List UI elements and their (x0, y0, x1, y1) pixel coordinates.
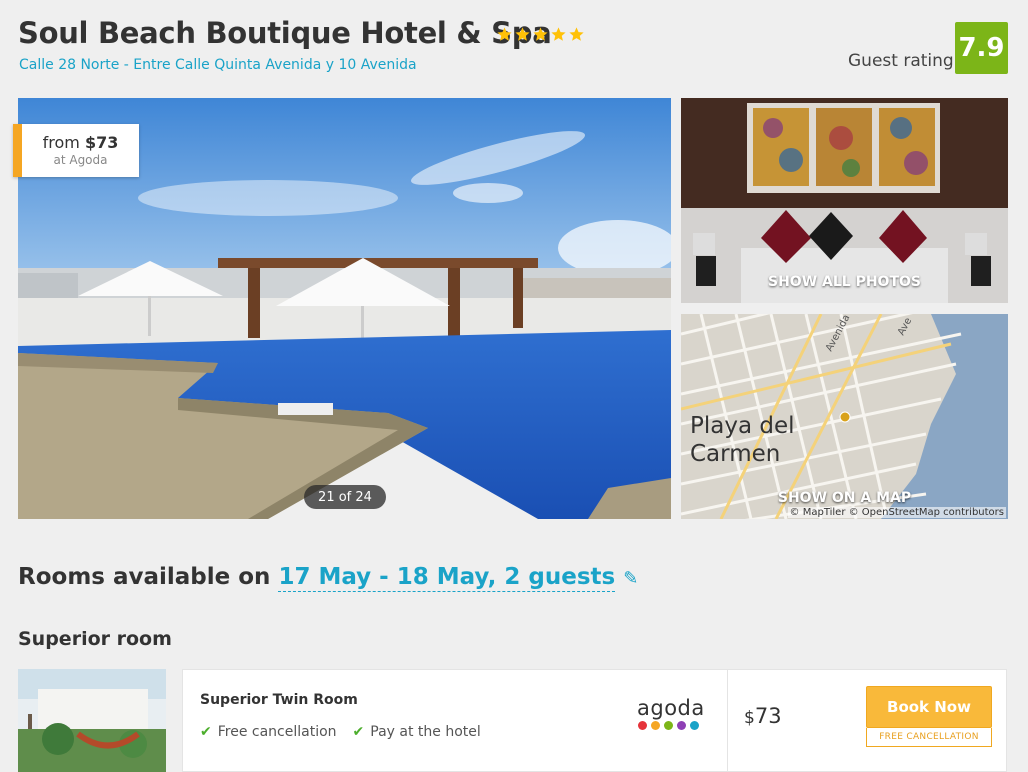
rooms-available-heading: Rooms available on 17 May - 18 May, 2 gu… (18, 564, 638, 592)
photo-counter: 21 of 24 (304, 485, 386, 509)
guest-rating-label: Guest rating (848, 51, 954, 71)
agoda-dot (638, 721, 647, 730)
agoda-logo: agoda (637, 698, 705, 730)
offer-divider (727, 670, 728, 771)
hotel-title: Soul Beach Boutique Hotel & Spa (18, 16, 552, 50)
free-cancellation-note: FREE CANCELLATION (866, 728, 992, 747)
agoda-dot (651, 721, 660, 730)
map-city-label: Playa del Carmen (690, 413, 795, 467)
edit-pencil-icon[interactable]: ✎ (623, 568, 638, 589)
star-icon (533, 27, 548, 41)
offer-features: ✔ Free cancellation ✔ Pay at the hotel (200, 724, 481, 740)
room-thumbnail[interactable] (18, 669, 166, 772)
star-rating (496, 26, 585, 43)
star-icon (551, 27, 566, 41)
dates-guests-link[interactable]: 17 May - 18 May, 2 guests (278, 564, 616, 592)
check-icon: ✔ (200, 724, 212, 740)
offer-room-name[interactable]: Superior Twin Room (200, 692, 358, 708)
star-icon (515, 27, 530, 41)
room-type-title: Superior room (18, 628, 172, 650)
show-all-photos-tile[interactable]: SHOW ALL PHOTOS (681, 98, 1008, 303)
price-source: at Agoda (53, 153, 108, 167)
show-all-photos-label: SHOW ALL PHOTOS (768, 274, 921, 290)
star-icon (497, 27, 512, 41)
rooms-heading-prefix: Rooms available on (18, 564, 271, 590)
price-from-tag[interactable]: from $73 at Agoda (13, 124, 139, 177)
show-on-map-label: SHOW ON A MAP (777, 490, 912, 506)
agoda-dot (664, 721, 673, 730)
map-attribution[interactable]: © MapTiler © OpenStreetMap contributors (787, 507, 1006, 518)
feature-free-cancellation: ✔ Free cancellation (200, 724, 337, 740)
room-offer-card: Superior Twin Room ✔ Free cancellation ✔… (182, 669, 1007, 772)
guest-rating-badge[interactable]: 7.9 (955, 22, 1008, 74)
book-now-button[interactable]: Book Now (866, 686, 992, 728)
agoda-dot (690, 721, 699, 730)
check-icon: ✔ (352, 724, 365, 740)
bedroom-photo-image (681, 98, 1008, 303)
location-map[interactable]: Avenida Ave Playa del Carmen SHOW ON A M… (681, 314, 1008, 519)
agoda-dot (677, 721, 686, 730)
feature-pay-at-hotel: ✔ Pay at the hotel (352, 724, 481, 740)
hotel-address-link[interactable]: Calle 28 Norte - Entre Calle Quinta Aven… (19, 57, 417, 73)
price-from: from $73 (42, 133, 119, 152)
offer-price: $73 (744, 704, 782, 728)
star-icon (569, 27, 584, 41)
room-thumbnail-image (18, 669, 166, 772)
